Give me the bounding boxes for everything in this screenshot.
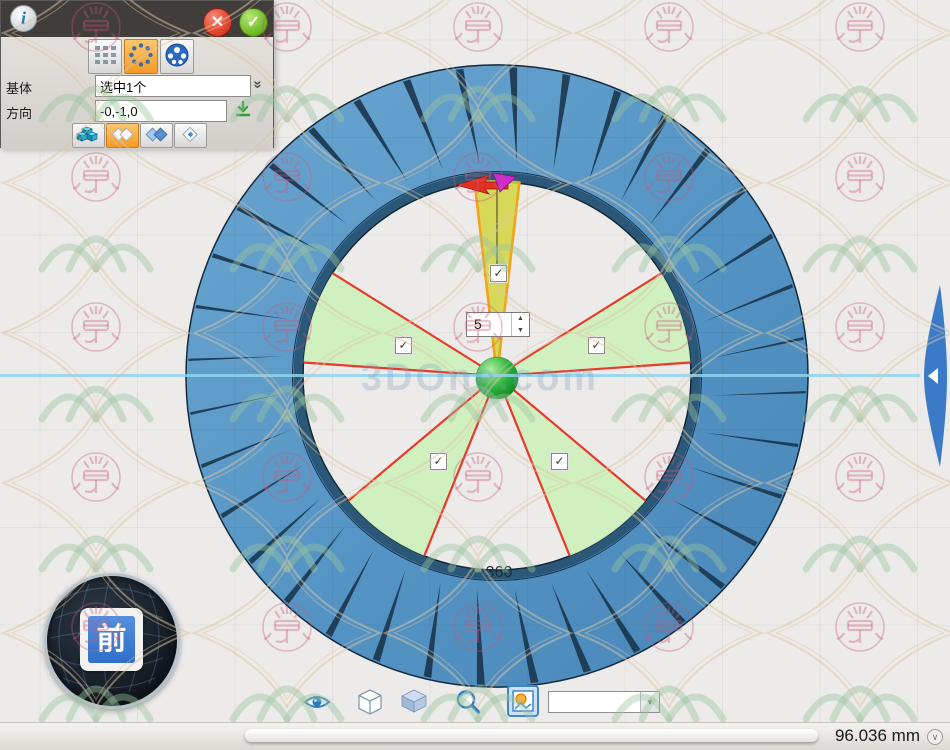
wireframe-cube-icon: [356, 688, 384, 716]
expand-chevron-icon[interactable]: »: [254, 76, 272, 96]
instance-checkbox-upper-right[interactable]: ✓: [588, 337, 605, 354]
linear-pattern-icon: [92, 42, 118, 68]
pick-direction-icon[interactable]: [233, 100, 253, 120]
direction-field[interactable]: [95, 100, 227, 122]
point-pattern-icon: [164, 42, 190, 68]
wireframe-display-button[interactable]: [354, 686, 386, 718]
instance-checkbox-lower-right[interactable]: ✓: [551, 453, 568, 470]
viewport-hscrollbar[interactable]: [245, 729, 818, 742]
cancel-button[interactable]: ✕: [203, 8, 232, 37]
status-bar: 96.036 mm ∨: [0, 722, 950, 750]
pattern-cubes-button[interactable]: [72, 123, 105, 148]
units-menu-button[interactable]: ∨: [927, 729, 943, 745]
render-image-button[interactable]: [507, 685, 539, 717]
diamond-inset-icon: [177, 125, 204, 144]
application-window: 360 5 ▲ ▼ ✓ ✓ ✓ ✓ ✓ i ✕ ✓: [0, 0, 950, 750]
check-icon: ✓: [493, 266, 503, 280]
pattern-count-spinner[interactable]: 5 ▲ ▼: [466, 312, 530, 337]
view-navigation-widget[interactable]: 前: [44, 573, 180, 709]
right-panel-flyout-handle[interactable]: [916, 281, 950, 471]
view-preset-dropdown[interactable]: ▾: [548, 691, 660, 713]
view-sphere-disc[interactable]: 前: [44, 573, 180, 709]
render-image-icon: [507, 685, 539, 717]
pattern-diamond-pair-blue-button[interactable]: [140, 123, 173, 148]
spinner-up-button[interactable]: ▲: [512, 313, 529, 325]
base-field-label: 基体: [6, 78, 32, 97]
circular-pattern-icon: [128, 42, 154, 68]
check-icon: ✓: [398, 338, 408, 352]
view-cube-front-label: 前: [88, 616, 135, 663]
pattern-diamond-inset-button[interactable]: [174, 123, 207, 148]
direction-field-label: 方向: [6, 103, 32, 122]
confirm-button[interactable]: ✓: [239, 8, 268, 37]
spinner-down-button[interactable]: ▼: [512, 325, 529, 337]
diamond-pair-white-icon: [109, 125, 136, 144]
base-field[interactable]: [95, 75, 251, 97]
measurement-readout: 96.036 mm: [835, 726, 920, 746]
check-icon: ✓: [433, 454, 443, 468]
circular-pattern-button[interactable]: [124, 39, 158, 74]
instance-checkbox-upper-left[interactable]: ✓: [395, 337, 412, 354]
diamond-pair-blue-icon: [143, 125, 170, 144]
pattern-cubes-icon: [75, 125, 102, 144]
zoom-magnifier-icon: [454, 688, 482, 716]
instance-checkbox-lower-left[interactable]: ✓: [430, 453, 447, 470]
check-icon: ✓: [591, 338, 601, 352]
info-icon[interactable]: i: [10, 5, 37, 32]
visibility-button[interactable]: [301, 686, 333, 718]
dialog-titlebar[interactable]: i ✕ ✓: [1, 1, 273, 37]
instance-checkbox-top[interactable]: ✓: [490, 265, 507, 282]
circular-pattern-dialog: i ✕ ✓: [0, 0, 274, 148]
point-pattern-button[interactable]: [160, 39, 194, 74]
pattern-diamond-pair-white-button[interactable]: [106, 123, 139, 148]
visibility-eye-icon: [303, 688, 331, 716]
center-drag-handle[interactable]: [476, 357, 518, 399]
dialog-body: 基体 » 方向: [1, 37, 273, 149]
pattern-count-value: 5: [474, 316, 482, 332]
shaded-display-button[interactable]: [398, 686, 430, 718]
zoom-button[interactable]: [452, 686, 484, 718]
check-icon: ✓: [554, 454, 564, 468]
shaded-cube-icon: [400, 688, 428, 714]
angle-label: 360: [486, 564, 513, 581]
linear-pattern-button[interactable]: [88, 39, 122, 74]
dropdown-arrow-icon[interactable]: ▾: [640, 692, 659, 712]
view-cube-front-face[interactable]: 前: [80, 608, 143, 671]
